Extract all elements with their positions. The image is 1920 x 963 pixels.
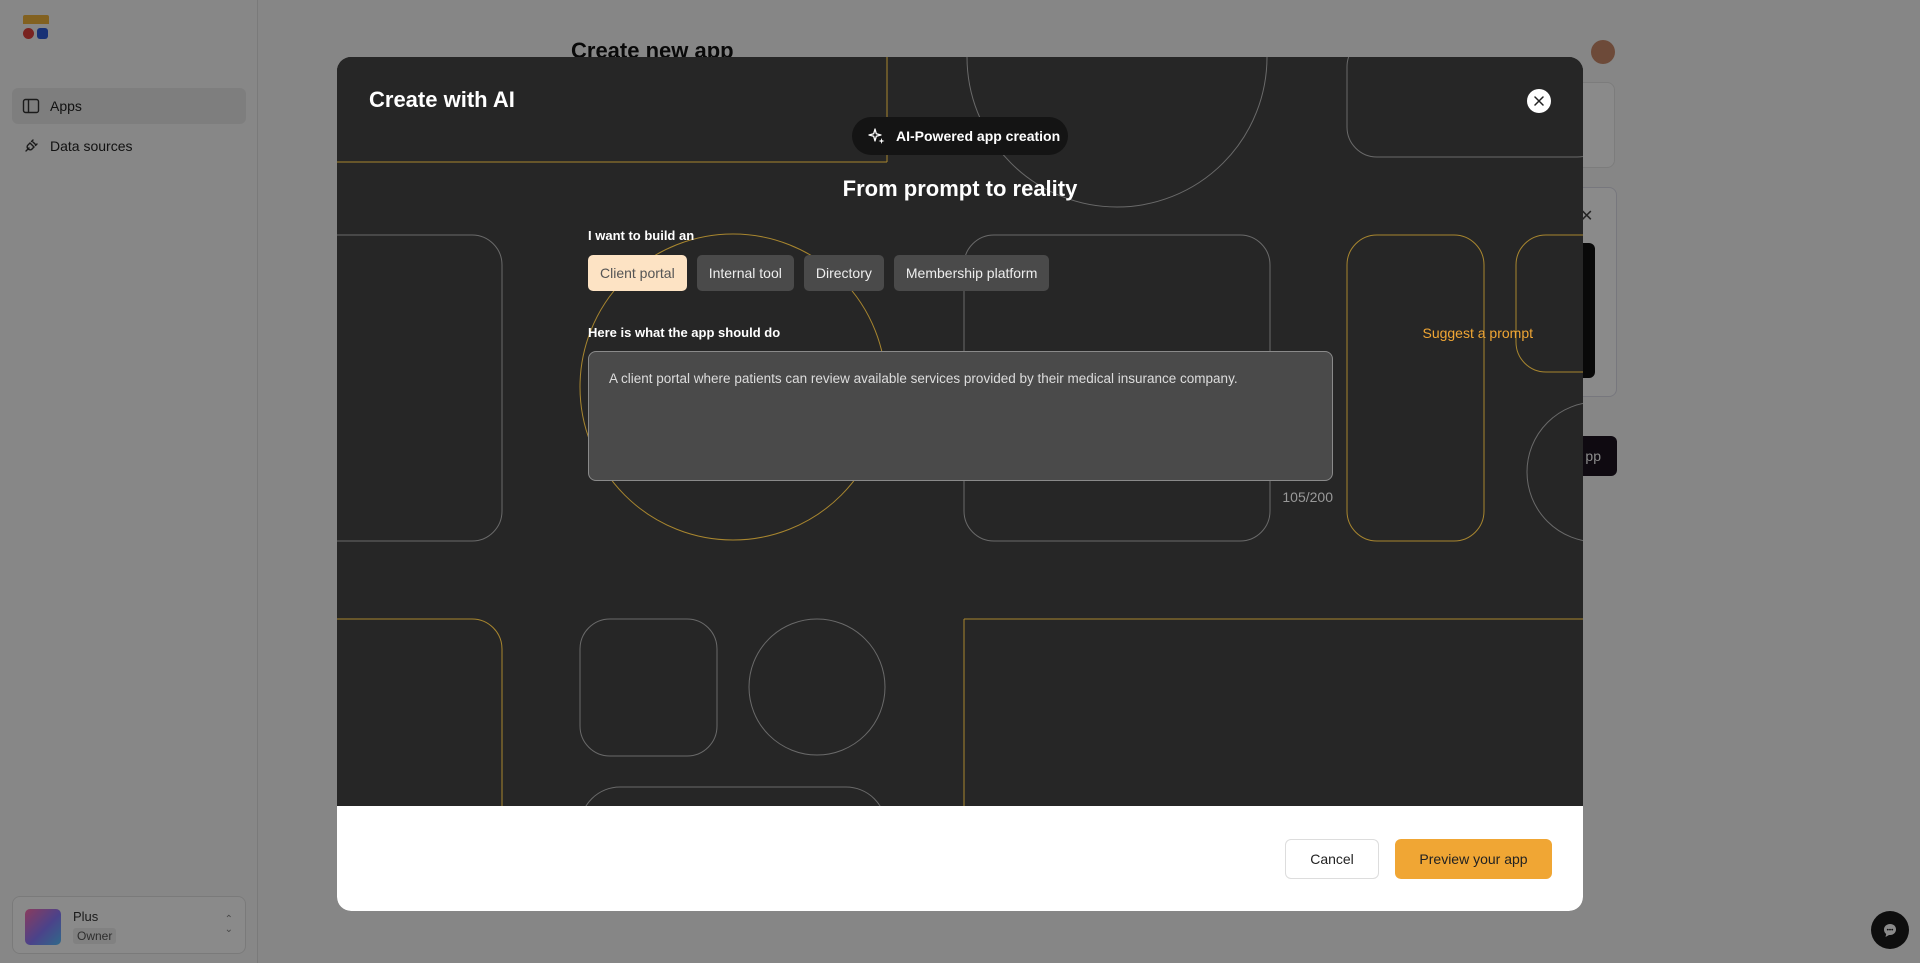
modal-title: Create with AI [369, 87, 515, 112]
option-internal-tool[interactable]: Internal tool [696, 255, 794, 291]
modal-headline: From prompt to reality [842, 176, 1078, 201]
badge-label: AI-Powered app creation [896, 128, 1061, 144]
sparkles-icon [868, 128, 885, 144]
app-type-options: Client portal Internal tool Directory Me… [588, 255, 1050, 291]
modal-body: Create with AI AI-Powered app creation F… [337, 57, 1583, 806]
ai-badge: AI-Powered app creation [852, 117, 1068, 155]
character-counter: 105/200 [1282, 489, 1333, 505]
preview-app-button[interactable]: Preview your app [1395, 839, 1552, 879]
cancel-button[interactable]: Cancel [1285, 839, 1379, 879]
prompt-input[interactable]: A client portal where patients can revie… [588, 351, 1333, 481]
close-button[interactable] [1527, 89, 1551, 113]
option-membership-platform[interactable]: Membership platform [893, 255, 1050, 291]
option-directory[interactable]: Directory [803, 255, 884, 291]
option-client-portal[interactable]: Client portal [588, 255, 687, 291]
prompt-label: Here is what the app should do [588, 325, 781, 340]
close-icon [1534, 96, 1544, 106]
create-with-ai-modal: Create with AI AI-Powered app creation F… [337, 57, 1583, 911]
modal-footer: Cancel Preview your app [337, 806, 1583, 911]
suggest-prompt-link[interactable]: Suggest a prompt [1421, 325, 1533, 341]
build-type-label: I want to build an [588, 228, 695, 243]
